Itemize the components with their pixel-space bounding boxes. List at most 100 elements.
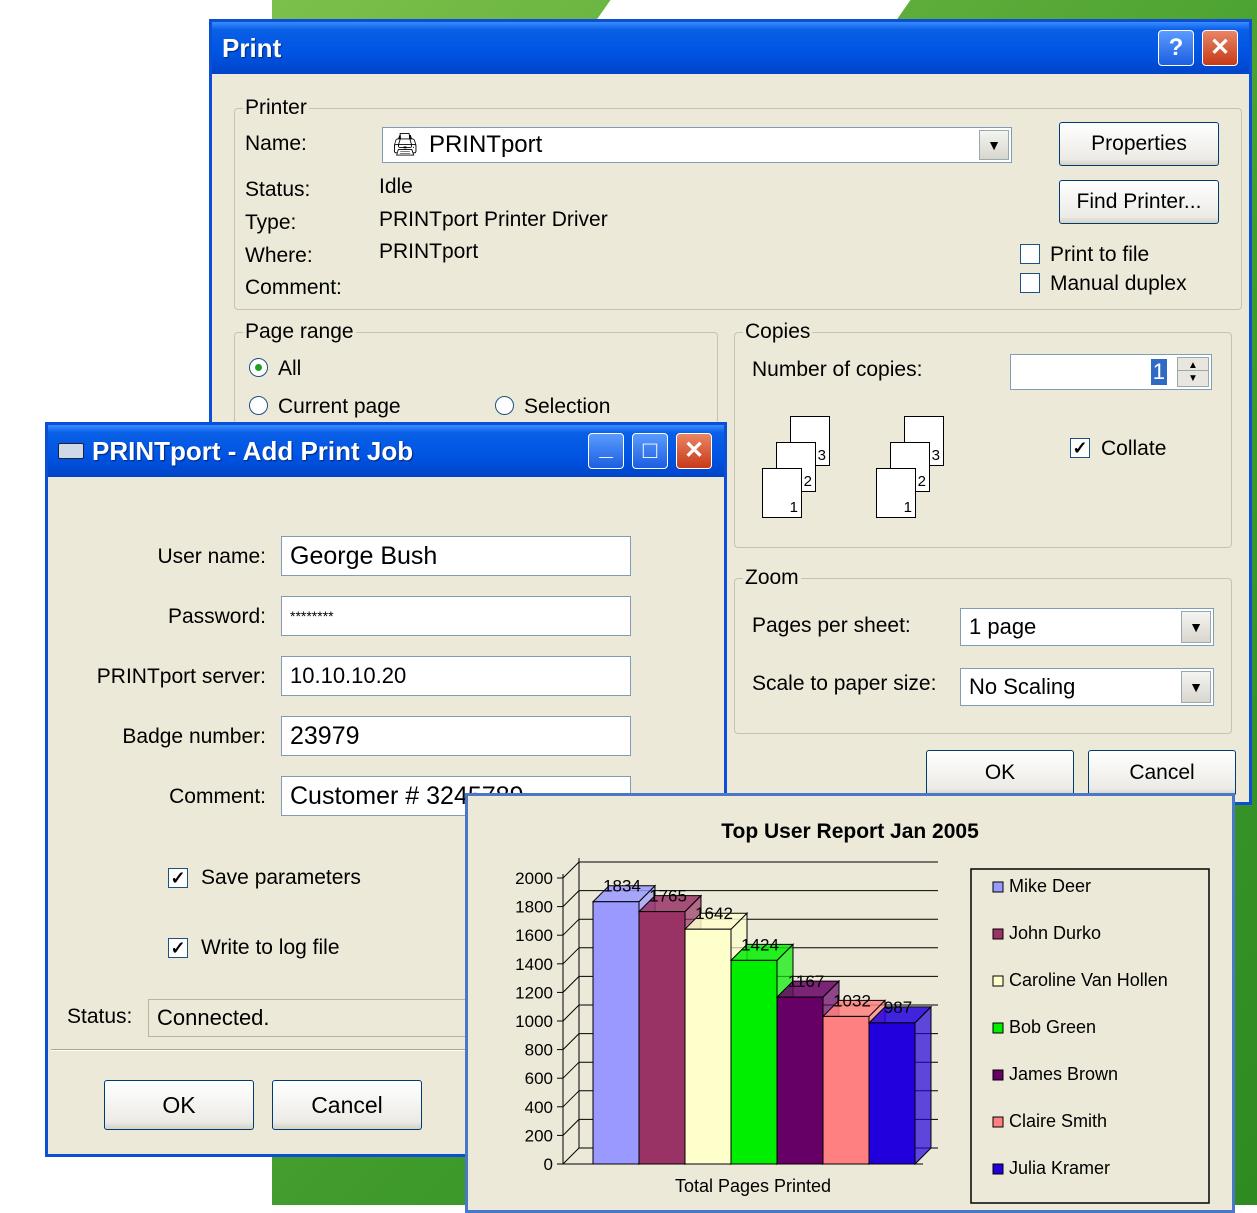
scale-select[interactable]: No Scaling ▼ <box>960 668 1214 706</box>
add-job-cancel-button[interactable]: Cancel <box>272 1080 422 1130</box>
bar <box>592 901 640 1165</box>
legend-swatch <box>992 1116 1004 1128</box>
write-log-label: Write to log file <box>201 936 340 959</box>
number-of-copies-label: Number of copies: <box>752 358 923 381</box>
current-page-label: Current page <box>278 395 401 418</box>
legend-entry: Caroline Van Hollen <box>1009 970 1168 990</box>
type-value: PRINTport Printer Driver <box>379 208 608 231</box>
selection-radio[interactable] <box>495 396 514 415</box>
legend-entry: James Brown <box>1009 1064 1118 1084</box>
report-chart-window: Top User Report Jan 2005 0 200 400 600 800 10… <box>465 793 1235 1213</box>
manual-duplex-checkbox[interactable] <box>1020 273 1040 293</box>
print-ok-button[interactable]: OK <box>926 750 1074 796</box>
print-title: Print <box>222 33 282 63</box>
bar <box>868 1022 916 1165</box>
page-1-icon: 1 <box>762 468 802 518</box>
chevron-down-icon[interactable]: ▼ <box>1181 671 1211 703</box>
badge-label: Badge number: <box>122 725 266 748</box>
save-parameters-label: Save parameters <box>201 866 361 889</box>
maximize-button[interactable]: □ <box>632 433 668 469</box>
print-titlebar[interactable]: Print ? ✕ <box>212 22 1249 74</box>
y-tick-label: 400 <box>525 1098 553 1117</box>
password-input[interactable]: ******** <box>281 596 631 636</box>
gridline-diag <box>562 947 580 965</box>
collate-checkbox[interactable]: ✓ <box>1070 438 1090 458</box>
badge-input[interactable]: 23979 <box>281 716 631 756</box>
y-tick-label: 600 <box>525 1069 553 1088</box>
legend-entry: Bob Green <box>1009 1017 1096 1037</box>
password-label: Password: <box>167 605 266 628</box>
save-parameters-checkbox[interactable]: ✓ <box>168 868 188 888</box>
close-button[interactable]: ✕ <box>1202 30 1238 66</box>
y-tick-label: 1000 <box>515 1012 553 1031</box>
server-input[interactable]: 10.10.10.20 <box>281 656 631 696</box>
bar-side <box>914 1005 932 1166</box>
printer-app-icon <box>58 443 84 459</box>
x-axis-label: Total Pages Printed <box>675 1176 831 1196</box>
gridline-diag <box>562 1147 580 1165</box>
bar <box>684 928 732 1165</box>
data-label: 987 <box>884 998 912 1017</box>
gridline-diag <box>562 1033 580 1050</box>
user-name-input[interactable]: George Bush <box>281 536 631 576</box>
y-tick-label: 1200 <box>515 983 553 1002</box>
data-label: 1834 <box>603 877 641 896</box>
properties-button[interactable]: Properties <box>1059 122 1219 166</box>
all-label: All <box>278 357 302 380</box>
user-name-label: User name: <box>157 545 266 568</box>
close-button[interactable]: ✕ <box>676 433 712 469</box>
spinner-down-icon[interactable]: ▼ <box>1177 370 1209 387</box>
bar <box>638 911 686 1165</box>
comment-label: Comment: <box>169 785 266 808</box>
legend-entry: Claire Smith <box>1009 1111 1107 1131</box>
find-printer-button[interactable]: Find Printer... <box>1059 180 1219 224</box>
legend-swatch <box>992 1163 1004 1175</box>
status-label: Status: <box>245 178 311 201</box>
gridline-diag <box>562 1090 580 1108</box>
gridline-diag <box>562 1119 580 1136</box>
zoom-group-label: Zoom <box>743 566 801 590</box>
type-label: Type: <box>245 211 297 234</box>
page-range-label: Page range <box>243 320 356 344</box>
status-value: Idle <box>379 175 413 198</box>
print-to-file-label: Print to file <box>1050 243 1150 266</box>
chevron-down-icon[interactable]: ▼ <box>979 130 1009 160</box>
write-log-checkbox[interactable]: ✓ <box>168 938 188 958</box>
legend-swatch <box>992 928 1004 940</box>
all-radio[interactable] <box>249 358 268 377</box>
bar <box>822 1015 870 1165</box>
add-job-title: PRINTport - Add Print Job <box>92 436 414 466</box>
printer-icon: 🖨 <box>391 132 419 157</box>
page-1-icon: 1 <box>876 468 916 518</box>
add-job-titlebar[interactable]: PRINTport - Add Print Job _ □ ✕ <box>48 425 724 477</box>
y-tick-label: 2000 <box>515 869 553 888</box>
current-page-radio[interactable] <box>249 396 268 415</box>
y-tick-label: 200 <box>525 1126 553 1145</box>
selection-label: Selection <box>524 395 611 418</box>
legend-entry: Julia Kramer <box>1009 1158 1110 1178</box>
copies-spinner[interactable]: 1 ▲ ▼ <box>1010 354 1212 390</box>
legend-swatch <box>992 975 1004 987</box>
y-tick-label: 800 <box>525 1041 553 1060</box>
password-value: ******** <box>290 608 334 624</box>
gridline-diag <box>562 890 580 907</box>
y-tick-label: 1800 <box>515 898 553 917</box>
gridline-diag <box>562 918 580 936</box>
data-label: 1167 <box>788 972 825 991</box>
zoom-group: Zoom <box>734 566 1232 734</box>
print-to-file-checkbox[interactable] <box>1020 244 1040 264</box>
chevron-down-icon[interactable]: ▼ <box>1181 611 1211 643</box>
y-tick-label: 0 <box>544 1155 553 1174</box>
legend-swatch <box>992 1022 1004 1034</box>
add-job-ok-button[interactable]: OK <box>104 1080 254 1130</box>
copies-value: 1 <box>1150 359 1167 385</box>
data-label: 1765 <box>649 887 687 906</box>
where-value: PRINTport <box>379 240 479 263</box>
pages-per-sheet-select[interactable]: 1 page ▼ <box>960 608 1214 646</box>
y-tick-label: 1600 <box>515 926 553 945</box>
server-value: 10.10.10.20 <box>290 663 407 688</box>
help-button[interactable]: ? <box>1158 30 1194 66</box>
printer-name-select[interactable]: 🖨 PRINTport ▼ <box>382 127 1012 163</box>
print-cancel-button[interactable]: Cancel <box>1088 750 1236 796</box>
minimize-button[interactable]: _ <box>588 433 624 469</box>
